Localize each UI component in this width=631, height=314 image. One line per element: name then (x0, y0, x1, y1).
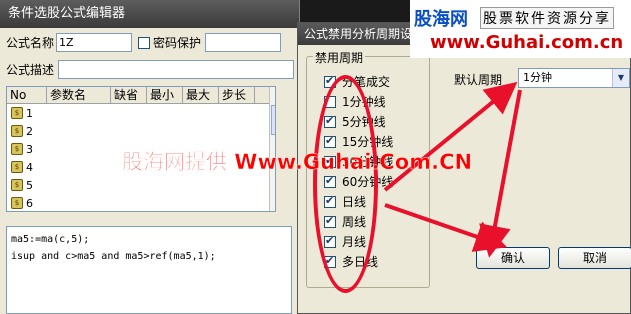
col-param-name: 参数名 (47, 87, 111, 103)
default-period-label: 默认周期 (454, 73, 503, 87)
col-default: 缺省 (111, 87, 147, 103)
code-line: isup and c>ma5 and ma5>ref(ma5,1); (11, 251, 216, 262)
formula-name-input[interactable] (56, 33, 133, 52)
name-row: 公式名称 密码保护 (6, 33, 282, 52)
formula-code-editor[interactable]: ma5:=ma(c,5); isup and c>ma5 and ma5>ref… (6, 226, 292, 314)
watermark-text: 股海网提供 Www.Guhai.Com.CN (122, 150, 473, 174)
col-step: 步长 (219, 87, 255, 103)
period-checkbox[interactable] (324, 194, 336, 208)
name-label: 公式名称 (6, 36, 55, 50)
col-no: No (7, 87, 47, 103)
parameter-icon: $ (11, 125, 23, 137)
description-input[interactable] (58, 60, 295, 79)
period-checkbox[interactable] (324, 234, 336, 248)
period-checkbox[interactable] (324, 254, 336, 268)
parameter-icon: $ (11, 161, 23, 173)
logo-name: 股海网 (414, 9, 468, 30)
cancel-button[interactable]: 取消 (558, 247, 631, 269)
scrollbar-thumb[interactable] (271, 105, 275, 135)
password-input[interactable] (205, 33, 282, 52)
col-min: 最小 (147, 87, 183, 103)
confirm-button[interactable]: 确认 (476, 247, 550, 269)
logo-slogan: 股票软件资源分享 (480, 7, 614, 29)
period-checkbox[interactable] (324, 214, 336, 228)
parameter-icon: $ (11, 107, 23, 119)
desc-label: 公式描述 (6, 63, 55, 77)
param-header: No 参数名 缺省 最小 最大 步长 (7, 87, 275, 104)
logo-url: www.Guhai.com.cn (430, 32, 624, 53)
parameter-icon: $ (11, 179, 23, 191)
period-checkbox[interactable] (324, 95, 336, 108)
group-title: 禁用周期 (313, 49, 366, 66)
desc-row: 公式描述 (6, 60, 295, 79)
period-option[interactable]: 5分钟线 (324, 113, 386, 130)
param-row[interactable]: $2 (7, 122, 275, 140)
period-option[interactable]: 多日线 (324, 253, 378, 270)
parameter-icon: $ (11, 143, 23, 155)
password-label: 密码保护 (153, 36, 202, 50)
period-option[interactable]: 周线 (324, 213, 366, 230)
col-max: 最大 (183, 87, 219, 103)
period-option[interactable]: 日线 (324, 193, 366, 210)
parameter-icon: $ (11, 197, 23, 209)
param-row[interactable]: $5 (7, 176, 275, 194)
period-option[interactable]: 分笔成交 (324, 73, 390, 90)
site-logo: 股海网 股票软件资源分享 www.Guhai.com.cn (410, 0, 631, 58)
period-checkbox[interactable] (324, 114, 336, 128)
param-row[interactable]: $1 (7, 104, 275, 122)
editor-title: 条件选股公式编辑器 (0, 0, 299, 28)
param-row[interactable]: $6 (7, 194, 275, 211)
chevron-down-icon[interactable]: ▼ (612, 69, 629, 87)
period-checkbox[interactable] (324, 74, 336, 88)
default-period-value: 1分钟 (523, 71, 552, 84)
code-line: ma5:=ma(c,5); (11, 234, 90, 245)
period-option[interactable]: 月线 (324, 233, 366, 250)
default-period-select[interactable]: 1分钟 ▼ (518, 68, 630, 88)
period-option[interactable]: 1分钟线 (324, 93, 386, 110)
period-checkbox[interactable] (324, 174, 336, 188)
password-checkbox[interactable] (138, 36, 151, 49)
